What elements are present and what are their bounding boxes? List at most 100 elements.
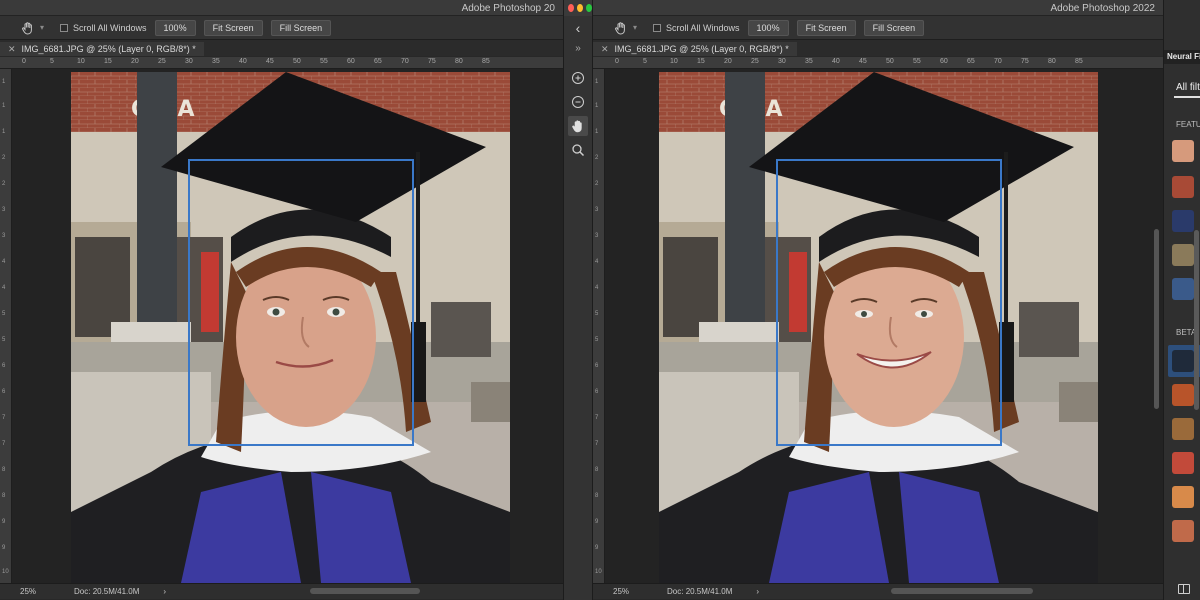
photo-restoration-filter-icon[interactable] <box>1172 520 1194 542</box>
face-detection-box <box>776 159 1002 446</box>
vruler-tick: 4 <box>2 259 6 265</box>
left-status-doc: Doc: 20.5M/41.0M <box>74 587 140 596</box>
right-horizontal-ruler: 0 5 10 15 20 25 30 35 40 45 50 55 60 65 … <box>593 57 1163 69</box>
left-photoshop-window: Adobe Photoshop 20 ▾ Scroll All Windows … <box>0 0 563 600</box>
magnify-tool[interactable] <box>568 140 588 160</box>
right-horizontal-scrollbar[interactable] <box>891 588 1033 594</box>
fill-screen-button[interactable]: Fill Screen <box>270 19 332 36</box>
ruler-tick: 45 <box>266 58 274 65</box>
right-status-arrow[interactable]: › <box>756 587 759 596</box>
right-options-bar: ▾ Scroll All Windows 100% Fit Screen Fil… <box>593 16 1163 40</box>
smart-portrait-beta-filter-icon[interactable] <box>1172 350 1194 372</box>
zoom-out-tool[interactable] <box>568 92 588 112</box>
zoom-100-button[interactable]: 100% <box>747 19 789 36</box>
jpeg-artifacts-filter-icon[interactable] <box>1172 486 1194 508</box>
vruler-tick: 1 <box>2 79 6 85</box>
ruler-tick: 65 <box>967 58 975 65</box>
ruler-tick: 50 <box>886 58 894 65</box>
all-filters-underline <box>1174 96 1200 98</box>
before-after-toggle-icon[interactable] <box>1178 584 1190 594</box>
vruler-tick: 8 <box>595 467 599 473</box>
vruler-tick: 9 <box>595 519 599 525</box>
style-transfer-filter-icon[interactable] <box>1172 210 1194 232</box>
ruler-tick: 50 <box>293 58 301 65</box>
ruler-tick: 5 <box>643 58 647 65</box>
right-vertical-scrollbar[interactable] <box>1154 229 1159 409</box>
ruler-tick: 55 <box>320 58 328 65</box>
hand-tool-button[interactable] <box>568 116 588 136</box>
colorize-filter-icon[interactable] <box>1172 384 1194 406</box>
left-document-tab[interactable]: ✕ IMG_6681.JPG @ 25% (Layer 0, RGB/8*) * <box>0 42 204 56</box>
scroll-all-windows-checkbox[interactable]: Scroll All Windows <box>653 23 740 33</box>
close-tab-icon[interactable]: ✕ <box>8 44 16 55</box>
vruler-tick: 6 <box>2 363 6 369</box>
ruler-tick: 5 <box>50 58 54 65</box>
vruler-tick: 4 <box>595 259 599 265</box>
depth-blur-filter-icon[interactable] <box>1172 452 1194 474</box>
ruler-tick: 10 <box>670 58 678 65</box>
vruler-tick: 6 <box>2 389 6 395</box>
makeup-transfer-filter-icon[interactable] <box>1172 244 1194 266</box>
ruler-tick: 15 <box>104 58 112 65</box>
neural-panel-scrollbar[interactable] <box>1194 230 1199 410</box>
ruler-tick: 80 <box>1048 58 1056 65</box>
vruler-tick: 3 <box>595 233 599 239</box>
left-status-arrow[interactable]: › <box>163 587 166 596</box>
vruler-tick: 5 <box>2 311 6 317</box>
checkbox-icon <box>60 23 69 32</box>
vruler-tick: 8 <box>2 467 6 473</box>
right-canvas-area[interactable]: C E A <box>605 69 1163 583</box>
scroll-all-windows-checkbox[interactable]: Scroll All Windows <box>60 23 147 33</box>
ruler-tick: 20 <box>131 58 139 65</box>
vruler-tick: 2 <box>2 181 6 187</box>
vruler-tick: 10 <box>2 569 9 575</box>
fit-screen-button[interactable]: Fit Screen <box>203 19 263 36</box>
hand-icon <box>572 120 582 133</box>
close-tab-icon[interactable]: ✕ <box>601 44 609 55</box>
scroll-all-windows-label: Scroll All Windows <box>666 22 740 33</box>
magnifier-icon <box>572 144 585 157</box>
tool-preset-chevron-icon[interactable]: ▾ <box>40 23 44 32</box>
zoom-out-icon <box>572 96 584 108</box>
middle-tool-strip: ‹ » <box>563 0 593 600</box>
all-filters-tab[interactable]: All filt <box>1176 82 1200 93</box>
ruler-tick: 30 <box>778 58 786 65</box>
harmonization-filter-icon[interactable] <box>1172 278 1194 300</box>
zoom-100-button[interactable]: 100% <box>154 19 196 36</box>
right-document-tab-label: IMG_6681.JPG @ 25% (Layer 0, RGB/8*) * <box>614 44 789 54</box>
tool-preset-chevron-icon[interactable]: ▾ <box>633 23 637 32</box>
right-document-tab[interactable]: ✕ IMG_6681.JPG @ 25% (Layer 0, RGB/8*) * <box>593 42 797 56</box>
vruler-tick: 7 <box>595 441 599 447</box>
left-horizontal-scrollbar[interactable] <box>310 588 420 594</box>
vruler-tick: 2 <box>595 181 599 187</box>
vruler-tick: 3 <box>2 233 6 239</box>
left-window-title: Adobe Photoshop 20 <box>461 3 555 14</box>
vruler-tick: 2 <box>2 155 6 161</box>
ruler-tick: 35 <box>805 58 813 65</box>
smart-portrait-filter-icon[interactable] <box>1172 176 1194 198</box>
vruler-tick: 5 <box>595 311 599 317</box>
hand-tool-icon[interactable] <box>20 20 36 36</box>
vruler-tick: 2 <box>595 155 599 161</box>
fill-screen-button[interactable]: Fill Screen <box>863 19 925 36</box>
vruler-tick: 3 <box>595 207 599 213</box>
left-status-zoom: 25% <box>20 587 37 596</box>
ruler-tick: 70 <box>994 58 1002 65</box>
left-canvas-area[interactable]: C E A <box>12 69 563 583</box>
fit-screen-button[interactable]: Fit Screen <box>796 19 856 36</box>
zoom-in-tool[interactable] <box>568 68 588 88</box>
hand-tool-icon[interactable] <box>613 20 629 36</box>
neural-panel-title: Neural Fi <box>1167 52 1200 61</box>
skin-smoothing-filter-icon[interactable] <box>1172 140 1194 162</box>
close-window-icon[interactable] <box>568 4 574 12</box>
collapse-panel-icon[interactable]: » <box>564 40 592 56</box>
right-window-title: Adobe Photoshop 2022 <box>1050 3 1155 14</box>
minimize-window-icon[interactable] <box>577 4 583 12</box>
left-options-bar: ▾ Scroll All Windows 100% Fit Screen Fil… <box>0 16 563 40</box>
ruler-tick: 0 <box>615 58 619 65</box>
back-arrow-icon[interactable]: ‹ <box>564 16 592 40</box>
super-zoom-filter-icon[interactable] <box>1172 418 1194 440</box>
maximize-window-icon[interactable] <box>586 4 592 12</box>
ruler-tick: 30 <box>185 58 193 65</box>
left-titlebar: Adobe Photoshop 20 <box>0 0 563 16</box>
